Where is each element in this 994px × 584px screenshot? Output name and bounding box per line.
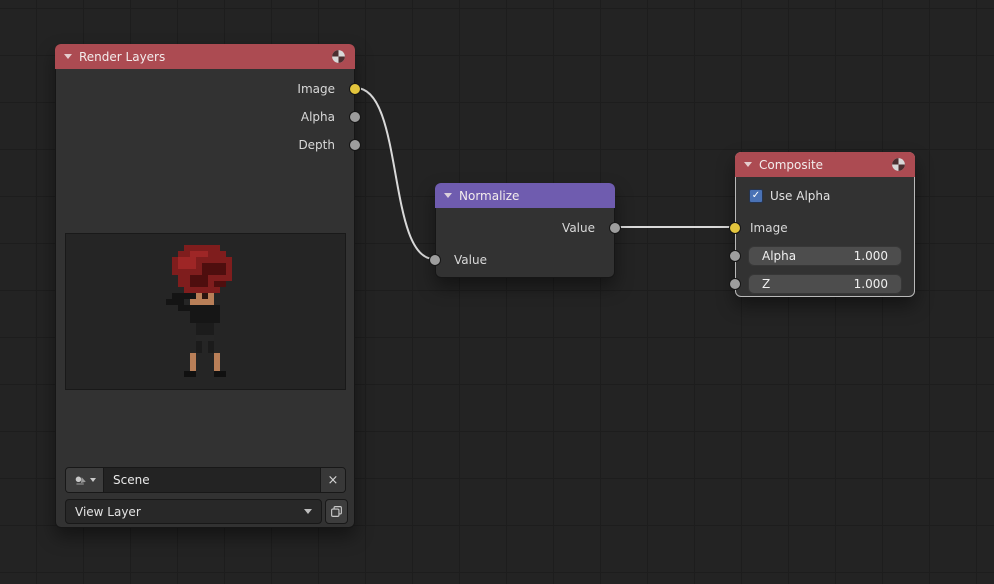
alpha-number-field[interactable]: Alpha 1.000 <box>748 246 902 266</box>
render-layers-node[interactable]: Render Layers Image Alpha Depth <box>55 44 355 528</box>
input-label: Value <box>454 253 487 267</box>
input-label: Image <box>750 221 788 235</box>
scene-icon <box>74 474 87 487</box>
node-editor-canvas[interactable]: Render Layers Image Alpha Depth <box>0 0 994 584</box>
node-title: Normalize <box>459 189 519 203</box>
view-layer-select[interactable]: View Layer <box>65 499 322 524</box>
value-output-socket[interactable] <box>609 222 621 234</box>
scene-name-field[interactable]: Scene <box>104 468 320 492</box>
browse-scene-button[interactable] <box>66 468 104 492</box>
unlink-scene-button[interactable]: × <box>320 468 345 492</box>
image-output-socket[interactable] <box>349 83 361 95</box>
normalize-header[interactable]: Normalize <box>435 183 615 208</box>
collapse-arrow-icon[interactable] <box>744 162 752 167</box>
normalize-node[interactable]: Normalize Value Value <box>435 183 615 278</box>
field-value: 1.000 <box>854 277 888 291</box>
field-value: 1.000 <box>854 249 888 263</box>
output-row-depth: Depth <box>56 135 354 155</box>
collapse-arrow-icon[interactable] <box>444 193 452 198</box>
image-input-socket[interactable] <box>729 222 741 234</box>
node-title: Render Layers <box>79 50 165 64</box>
alpha-input-socket[interactable] <box>729 250 741 262</box>
output-label: Depth <box>298 138 335 152</box>
value-input-socket[interactable] <box>429 254 441 266</box>
depth-output-socket[interactable] <box>349 139 361 151</box>
scene-selector: Scene × <box>65 467 346 493</box>
use-alpha-checkbox[interactable]: ✓ <box>749 189 763 203</box>
z-input-socket[interactable] <box>729 278 741 290</box>
copy-icon <box>330 505 343 518</box>
output-label: Value <box>562 221 595 235</box>
link-image-to-normalize <box>356 88 434 259</box>
collapse-arrow-icon[interactable] <box>64 54 72 59</box>
render-preview-sprite <box>66 234 345 389</box>
render-layers-header[interactable]: Render Layers <box>55 44 355 69</box>
view-layer-value: View Layer <box>75 505 141 519</box>
composite-node[interactable]: Composite ✓ Use Alpha Image Alpha 1.000 <box>735 152 915 297</box>
use-alpha-row: ✓ Use Alpha <box>749 186 830 206</box>
checkmark-icon: ✓ <box>752 191 760 201</box>
z-number-field[interactable]: Z 1.000 <box>748 274 902 294</box>
output-row-alpha: Alpha <box>56 107 354 127</box>
input-row-value: Value <box>436 250 614 270</box>
chevron-down-icon <box>90 478 96 482</box>
new-view-layer-button[interactable] <box>325 499 348 524</box>
render-preview <box>65 233 346 390</box>
output-row-image: Image <box>56 79 354 99</box>
render-result-icon <box>331 49 346 64</box>
chevron-down-icon <box>304 509 312 514</box>
clear-icon: × <box>328 473 339 488</box>
input-row-image: Image <box>736 218 914 238</box>
field-label: Z <box>762 277 770 291</box>
output-row-value: Value <box>436 218 614 238</box>
alpha-output-socket[interactable] <box>349 111 361 123</box>
field-label: Alpha <box>762 249 796 263</box>
use-alpha-label: Use Alpha <box>770 189 830 203</box>
composite-header[interactable]: Composite <box>735 152 915 177</box>
render-result-icon <box>891 157 906 172</box>
output-label: Alpha <box>301 110 335 124</box>
output-label: Image <box>297 82 335 96</box>
node-title: Composite <box>759 158 823 172</box>
